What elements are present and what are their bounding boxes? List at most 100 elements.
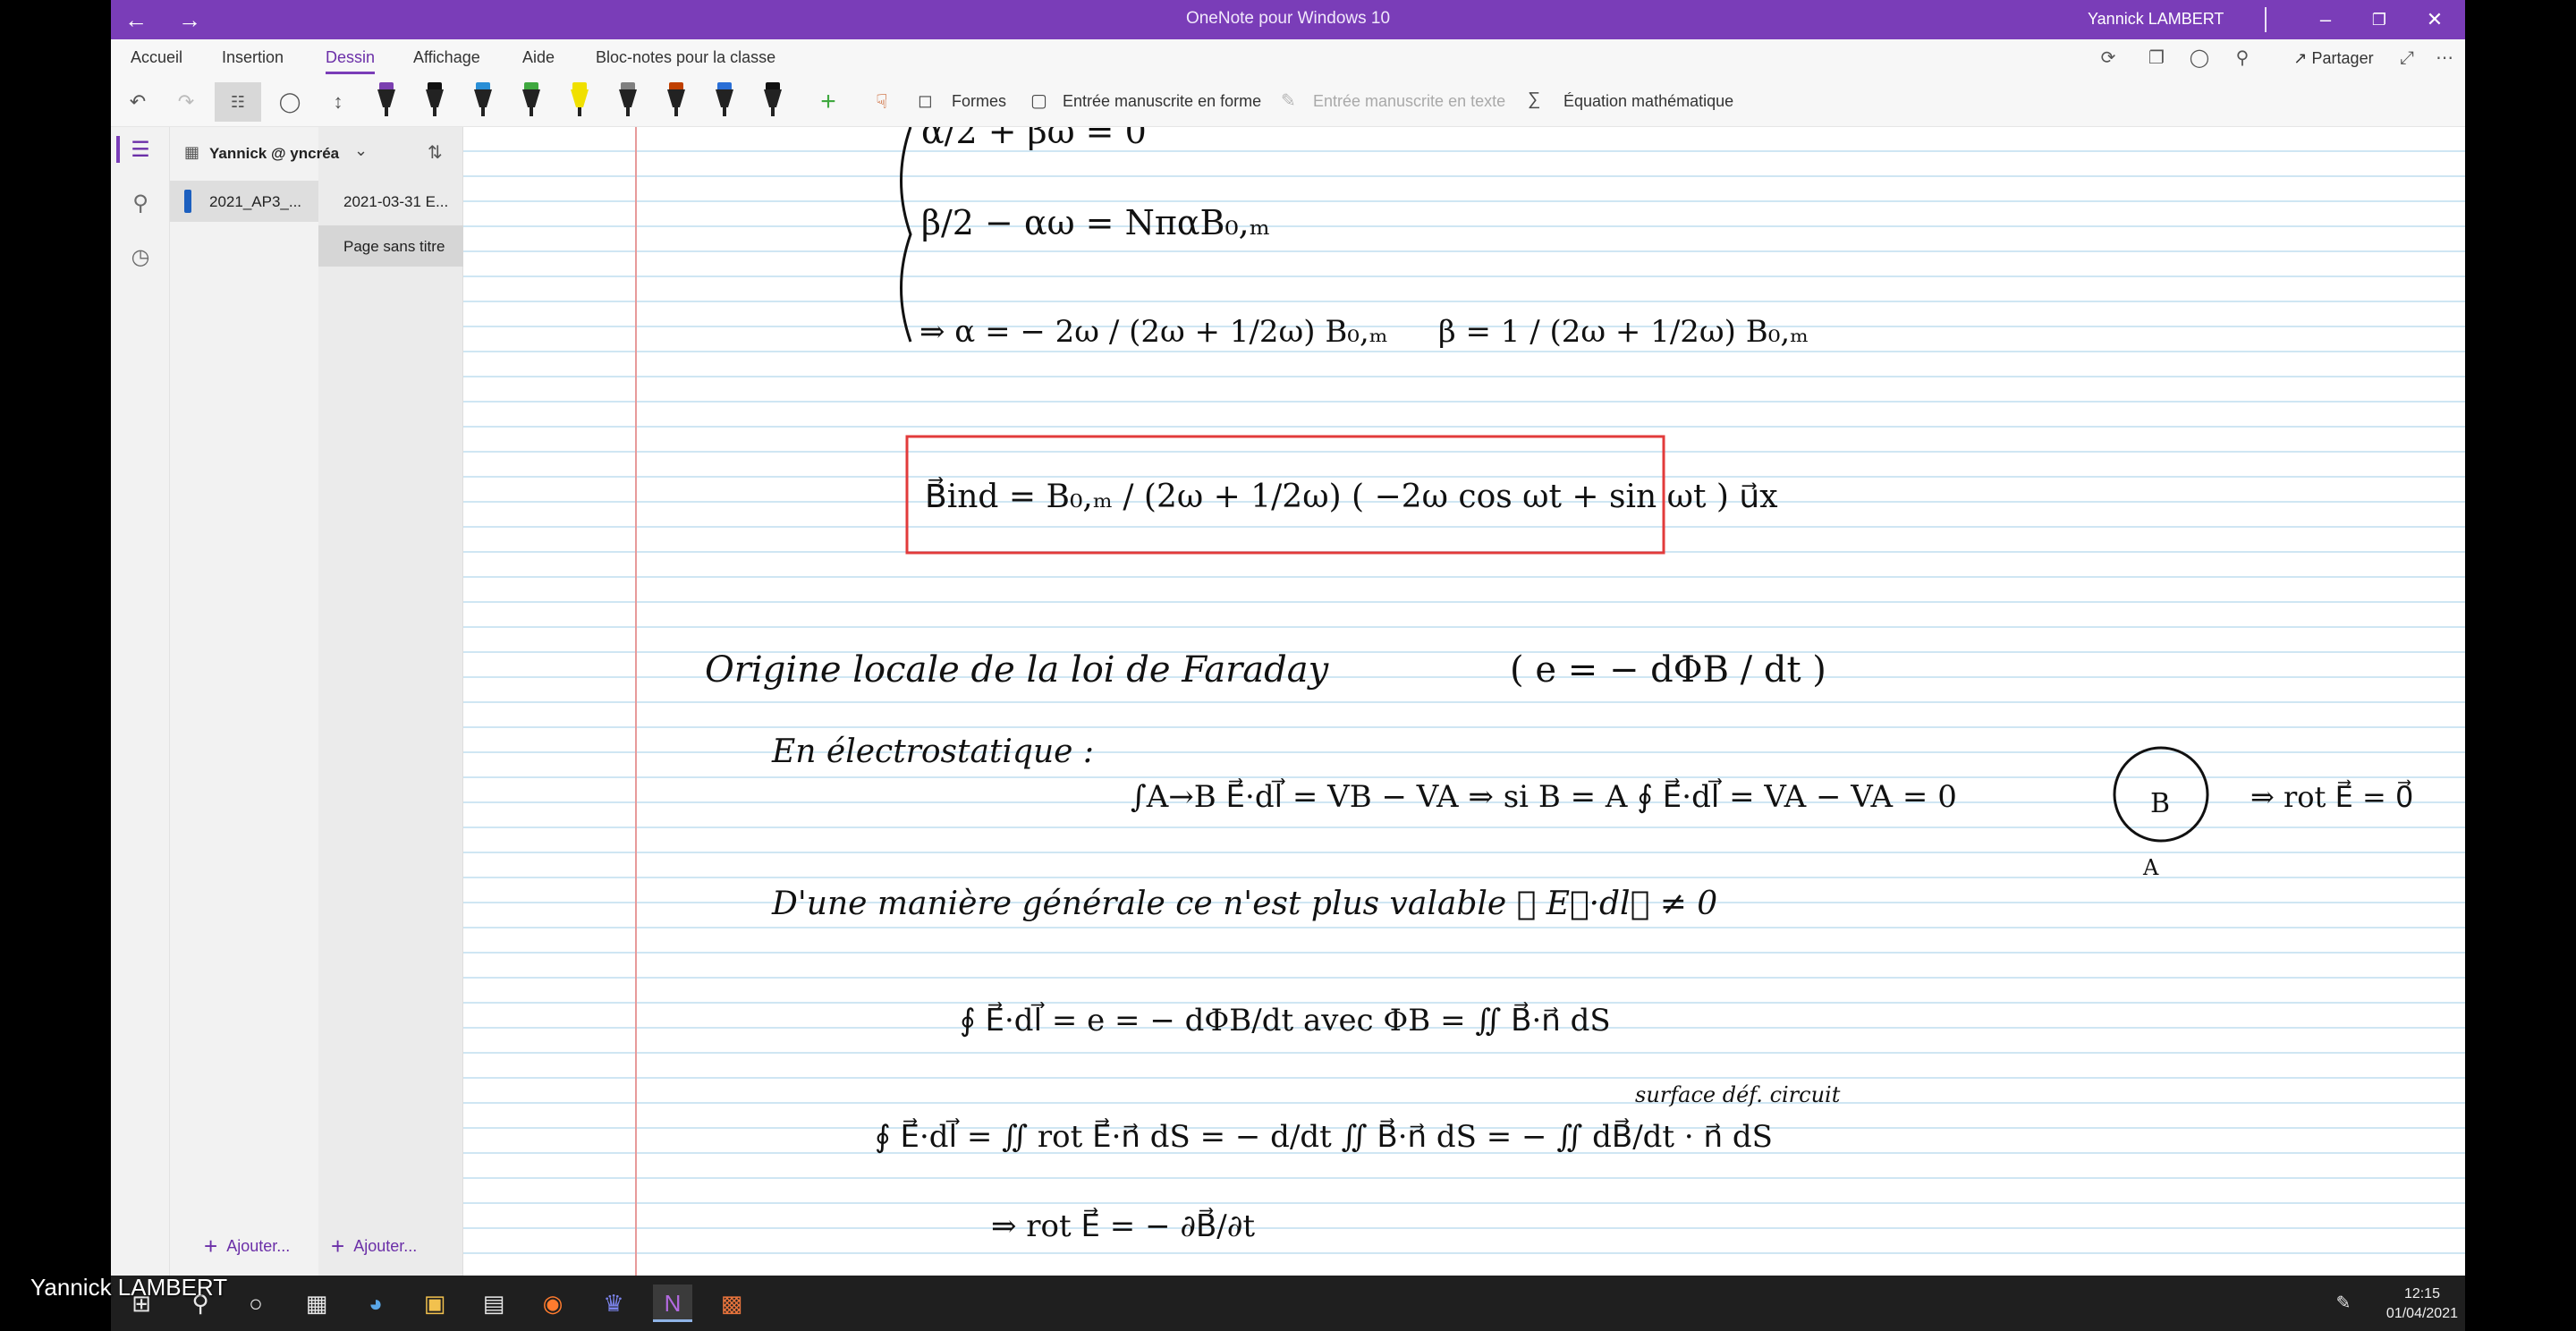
onenote-taskbar-icon[interactable]: N bbox=[653, 1284, 692, 1322]
add-page-button[interactable]: + Ajouter... bbox=[331, 1233, 417, 1260]
ink-circulation: ∫A→B E⃗·dl⃗ = VB − VA ⇒ si B = A ∮ E⃗·dl… bbox=[1131, 778, 1957, 815]
page-item-selected[interactable]: Page sans titre bbox=[318, 225, 463, 267]
edge-browser-icon[interactable]: ◕ bbox=[356, 1284, 395, 1322]
sync-icon[interactable]: ⟳ bbox=[2093, 45, 2123, 72]
section-color-tab bbox=[184, 190, 191, 213]
menu-bar: Accueil Insertion Dessin Affichage Aide … bbox=[111, 39, 2465, 77]
plus-icon: + bbox=[331, 1233, 345, 1259]
notebook-header: ▦ Yannick @ yncréa ⌄ ⇅ bbox=[170, 127, 463, 181]
task-view-icon[interactable]: ▦ bbox=[297, 1284, 336, 1322]
system-clock[interactable]: 12:15 01/04/2021 bbox=[2386, 1284, 2458, 1324]
ink-electro: En électrostatique : bbox=[771, 733, 1094, 770]
bell-icon[interactable]: ⚲ bbox=[2227, 45, 2258, 72]
draw-ribbon: ↶ ↷ ☷ ◯ ↕ + ☟ ◻ Formes ▢ Entrée manuscri… bbox=[111, 77, 2465, 127]
plus-icon: + bbox=[204, 1233, 218, 1259]
ink-rot-zero: ⇒ rot E⃗ = 0⃗ bbox=[2250, 779, 2413, 814]
pen-orange[interactable] bbox=[664, 82, 689, 122]
more-options-icon[interactable]: ⋯ bbox=[2429, 45, 2460, 72]
ink-to-text-button[interactable]: Entrée manuscrite en texte bbox=[1313, 92, 1505, 111]
page-item[interactable]: 2021-03-31 E... bbox=[318, 181, 463, 222]
pen-blue[interactable] bbox=[470, 82, 496, 122]
user-name[interactable]: Yannick LAMBERT bbox=[2088, 10, 2224, 29]
section-list: 2021_AP3_... + Ajouter... bbox=[170, 127, 318, 1276]
clock-time: 12:15 bbox=[2403, 1286, 2440, 1301]
ink-to-shape-icon[interactable]: ▢ bbox=[1030, 89, 1047, 112]
add-section-label: Ajouter... bbox=[226, 1237, 291, 1255]
redo-icon[interactable]: ↷ bbox=[168, 82, 204, 122]
section-label: 2021_AP3_... bbox=[209, 193, 302, 210]
pen-purple-highlighter[interactable] bbox=[374, 82, 399, 122]
presentation-icon[interactable]: ▩ bbox=[712, 1284, 751, 1322]
ink-emf: ∮ E⃗·dl⃗ = e = − dΦB/dt avec ΦB = ∬ B⃗·n… bbox=[960, 1002, 1611, 1039]
title-divider bbox=[2265, 7, 2267, 32]
shapes-icon[interactable]: ◻ bbox=[918, 89, 933, 112]
tab-accueil[interactable]: Accueil bbox=[131, 48, 182, 67]
ink-layer: α/2 + βω = 0 β/2 − αω = NπαΒ₀,ₘ ⇒ α = − … bbox=[705, 127, 2413, 1244]
recent-clock-icon[interactable]: ◷ bbox=[111, 238, 170, 277]
page-list: 2021-03-31 E... Page sans titre + Ajouter… bbox=[318, 127, 463, 1276]
add-page-label: Ajouter... bbox=[353, 1237, 418, 1255]
math-icon[interactable]: ∑ bbox=[1528, 89, 1540, 110]
ink-alpha: ⇒ α = − 2ω / (2ω + 1/2ω) B₀,ₘ bbox=[919, 314, 1388, 350]
clock-date: 01/04/2021 bbox=[2385, 1306, 2458, 1321]
share-icon: ↗ bbox=[2293, 49, 2308, 67]
cortana-icon[interactable]: ○ bbox=[236, 1284, 275, 1322]
math-equation-button[interactable]: Équation mathématique bbox=[1563, 92, 1733, 111]
ink-result: ⇒ rot E⃗ = − ∂B⃗/∂t bbox=[991, 1208, 1255, 1244]
share-label: Partager bbox=[2311, 49, 2374, 67]
onenote-window: ← → OneNote pour Windows 10 Yannick LAMB… bbox=[111, 0, 2465, 1276]
lasso-select-icon[interactable]: ◯ bbox=[270, 82, 309, 122]
ink-to-shape-button[interactable]: Entrée manuscrite en forme bbox=[1063, 92, 1261, 111]
tab-bloc-notes-classe[interactable]: Bloc-notes pour la classe bbox=[596, 48, 775, 67]
tab-aide[interactable]: Aide bbox=[522, 48, 555, 67]
notebook-name[interactable]: Yannick @ yncréa bbox=[209, 145, 339, 163]
system-brace bbox=[900, 127, 912, 343]
loop-label-a: A bbox=[2142, 855, 2159, 880]
restore-icon[interactable]: ❐ bbox=[2361, 4, 2397, 36]
teams-icon[interactable]: ♛ bbox=[594, 1284, 633, 1322]
chevron-down-icon[interactable]: ⌄ bbox=[354, 141, 368, 160]
pen-green[interactable] bbox=[519, 82, 544, 122]
close-icon[interactable]: ✕ bbox=[2417, 4, 2453, 36]
lightbulb-icon[interactable]: ◯ bbox=[2184, 45, 2215, 72]
undo-icon[interactable]: ↶ bbox=[120, 82, 156, 122]
nav-rail: ☰ ⚲ ◷ bbox=[111, 127, 170, 1276]
file-explorer-icon[interactable]: ▣ bbox=[415, 1284, 454, 1322]
pen-grey[interactable] bbox=[615, 82, 640, 122]
ink-bind: B⃗ind = B₀,ₘ / (2ω + 1/2ω) ( −2ω cos ωt … bbox=[925, 476, 1778, 515]
tab-affichage[interactable]: Affichage bbox=[413, 48, 480, 67]
add-section-button[interactable]: + Ajouter... bbox=[204, 1233, 290, 1260]
pen-black-2[interactable] bbox=[760, 82, 785, 122]
ink-replay-icon[interactable]: ☟ bbox=[864, 82, 900, 122]
add-pen-icon[interactable]: + bbox=[810, 82, 846, 122]
page-canvas[interactable]: α/2 + βω = 0 β/2 − αω = NπαΒ₀,ₘ ⇒ α = − … bbox=[463, 127, 2465, 1276]
pen-tray-icon[interactable]: ✎ bbox=[2324, 1284, 2363, 1322]
ink-beta: β = 1 / (2ω + 1/2ω) B₀,ₘ bbox=[1438, 314, 1809, 350]
ink-eq-line2: β/2 − αω = NπαΒ₀,ₘ bbox=[921, 203, 1270, 242]
minimize-icon[interactable]: – bbox=[2308, 4, 2343, 36]
ink-faraday: ( e = − dΦB / dt ) bbox=[1510, 649, 1826, 691]
ink-eq-line1: α/2 + βω = 0 bbox=[921, 127, 1147, 151]
taskbar: ⊞ ⚲ ○ ▦ ◕ ▣ ▤ ◉ ♛ N ▩ ✎ 12:15 01/04/2021 bbox=[111, 1276, 2465, 1331]
pen-dark-blue[interactable] bbox=[712, 82, 737, 122]
sort-icon[interactable]: ⇅ bbox=[428, 141, 443, 164]
highlighter-yellow[interactable] bbox=[567, 82, 592, 122]
type-select-tool-icon[interactable]: ☷ bbox=[215, 82, 261, 122]
section-item[interactable]: 2021_AP3_... bbox=[170, 181, 318, 222]
share-button[interactable]: ↗ Partager bbox=[2275, 45, 2392, 72]
loop-label-b: B bbox=[2150, 788, 2170, 819]
add-space-icon[interactable]: ↕ bbox=[318, 82, 358, 122]
ink-surface-note: surface déf. circuit bbox=[1635, 1082, 1841, 1107]
search-icon[interactable]: ⚲ bbox=[111, 184, 170, 224]
ink-stokes: ∮ E⃗·dl⃗ = ∬ rot E⃗·n⃗ dS = − d/dt ∬ B⃗·… bbox=[875, 1118, 1773, 1155]
ink-general: D'une manière générale ce n'est plus val… bbox=[771, 886, 1717, 922]
shapes-button[interactable]: Formes bbox=[952, 92, 1006, 111]
tab-insertion[interactable]: Insertion bbox=[222, 48, 284, 67]
document-icon[interactable]: ▤ bbox=[474, 1284, 513, 1322]
tab-dessin[interactable]: Dessin bbox=[326, 48, 376, 74]
pages-icon[interactable]: ❐ bbox=[2141, 45, 2172, 72]
fullscreen-icon[interactable]: ⤢ bbox=[2392, 45, 2422, 72]
notebooks-icon[interactable]: ☰ bbox=[111, 131, 170, 170]
pen-black[interactable] bbox=[422, 82, 447, 122]
firefox-icon[interactable]: ◉ bbox=[533, 1284, 572, 1322]
